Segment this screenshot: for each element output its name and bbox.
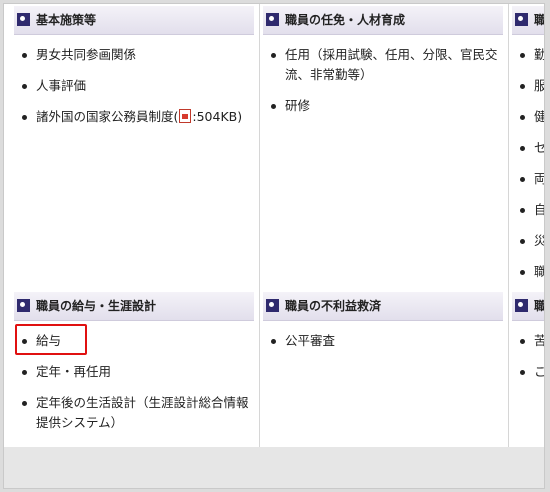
link-text[interactable]: 定年・再任用 <box>36 364 111 379</box>
square-bullet-icon <box>266 13 279 26</box>
highlight-box <box>15 324 87 355</box>
link-text[interactable]: 勤 <box>534 47 544 62</box>
list-item[interactable]: 定年後の生活設計（生涯設計総合情報 提供システム） <box>14 393 254 433</box>
list-item[interactable]: 諸外国の国家公務員制度( :504KB) <box>14 107 254 127</box>
link-text[interactable]: 自 <box>534 202 544 217</box>
list-item[interactable]: 人事評価 <box>14 76 254 96</box>
section-header: 職員の給与・生涯設計 <box>14 292 254 321</box>
link-list: 苦 こ <box>512 331 544 382</box>
link-text[interactable]: 苦 <box>534 333 544 348</box>
link-text[interactable]: 両 <box>534 171 544 186</box>
link-text[interactable]: 人事評価 <box>36 78 86 93</box>
list-item[interactable]: 定年・再任用 <box>14 362 254 382</box>
link-text-continued[interactable]: 提供システム） <box>36 415 123 430</box>
link-text[interactable]: 服 <box>534 78 544 93</box>
section-title: 職 <box>534 13 545 27</box>
section-header: 職員の不利益救済 <box>263 292 503 321</box>
bottom-band <box>4 447 544 488</box>
section-right-bottom: 職 苦 こ <box>512 292 545 382</box>
list-item[interactable]: 健 <box>512 107 544 127</box>
link-text[interactable]: 研修 <box>285 98 310 113</box>
link-text[interactable]: 健 <box>534 109 544 124</box>
pdf-icon <box>179 109 192 123</box>
section-header: 職 <box>512 292 545 321</box>
link-text[interactable]: 公平審査 <box>285 333 335 348</box>
link-text[interactable]: 男女共同参画関係 <box>36 47 136 62</box>
list-item[interactable]: 苦 <box>512 331 544 351</box>
list-item[interactable]: 自 <box>512 200 544 220</box>
section-basic: 基本施策等 男女共同参画関係 人事評価 諸外国の国家公務員制度( :504KB) <box>14 6 254 127</box>
section-title: 職員の任免・人材育成 <box>285 13 406 27</box>
link-list: 男女共同参画関係 人事評価 諸外国の国家公務員制度( :504KB) <box>14 45 254 127</box>
link-text[interactable]: 任用（採用試験、任用、分限、官民交 <box>285 47 498 62</box>
section-header: 職員の任免・人材育成 <box>263 6 503 35</box>
square-bullet-icon <box>17 13 30 26</box>
section-header: 職 <box>512 6 545 35</box>
link-text[interactable]: セ <box>534 140 544 155</box>
list-item[interactable]: 研修 <box>263 96 503 116</box>
link-text[interactable]: 諸外国の国家公務員制度( <box>36 109 178 124</box>
section-right-top: 職 勤 服 健 セ 両 自 災 職 <box>512 6 545 282</box>
list-item[interactable]: 両 <box>512 169 544 189</box>
square-bullet-icon <box>17 299 30 312</box>
list-item[interactable]: 公平審査 <box>263 331 503 351</box>
list-item[interactable]: 職 <box>512 262 544 282</box>
section-title: 職 <box>534 299 545 313</box>
link-list: 勤 服 健 セ 両 自 災 職 <box>512 45 544 282</box>
column-divider <box>259 4 260 447</box>
section-header: 基本施策等 <box>14 6 254 35</box>
content-frame: 基本施策等 男女共同参画関係 人事評価 諸外国の国家公務員制度(:504KB) … <box>3 3 545 489</box>
list-item[interactable]: 服 <box>512 76 544 96</box>
list-item[interactable]: セ <box>512 138 544 158</box>
square-bullet-icon <box>515 13 528 26</box>
list-item[interactable]: 勤 <box>512 45 544 65</box>
link-text[interactable]: 災 <box>534 233 544 248</box>
section-pay: 職員の給与・生涯設計 給与 定年・再任用 定年後の生活設計（生涯設計総合情報 提供… <box>14 292 254 433</box>
link-list: 任用（採用試験、任用、分限、官民交 流、非常勤等） 研修 <box>263 45 503 116</box>
link-text[interactable]: 職 <box>534 264 544 279</box>
square-bullet-icon <box>515 299 528 312</box>
list-item[interactable]: 任用（採用試験、任用、分限、官民交 流、非常勤等） <box>263 45 503 85</box>
square-bullet-icon <box>266 299 279 312</box>
link-list: 公平審査 <box>263 331 503 351</box>
link-text-continued[interactable]: 流、非常勤等） <box>285 67 373 82</box>
column-divider <box>508 4 509 447</box>
file-size: :504KB) <box>192 109 243 124</box>
link-text[interactable]: こ <box>534 364 544 379</box>
section-appointment: 職員の任免・人材育成 任用（採用試験、任用、分限、官民交 流、非常勤等） 研修 <box>263 6 503 116</box>
section-title: 職員の給与・生涯設計 <box>36 299 157 313</box>
list-item[interactable]: こ <box>512 362 544 382</box>
list-item[interactable]: 災 <box>512 231 544 251</box>
section-title: 基本施策等 <box>36 13 97 27</box>
section-title: 職員の不利益救済 <box>285 299 382 313</box>
section-grievance: 職員の不利益救済 公平審査 <box>263 292 503 351</box>
list-item[interactable]: 男女共同参画関係 <box>14 45 254 65</box>
link-text[interactable]: 定年後の生活設計（生涯設計総合情報 <box>36 395 249 410</box>
